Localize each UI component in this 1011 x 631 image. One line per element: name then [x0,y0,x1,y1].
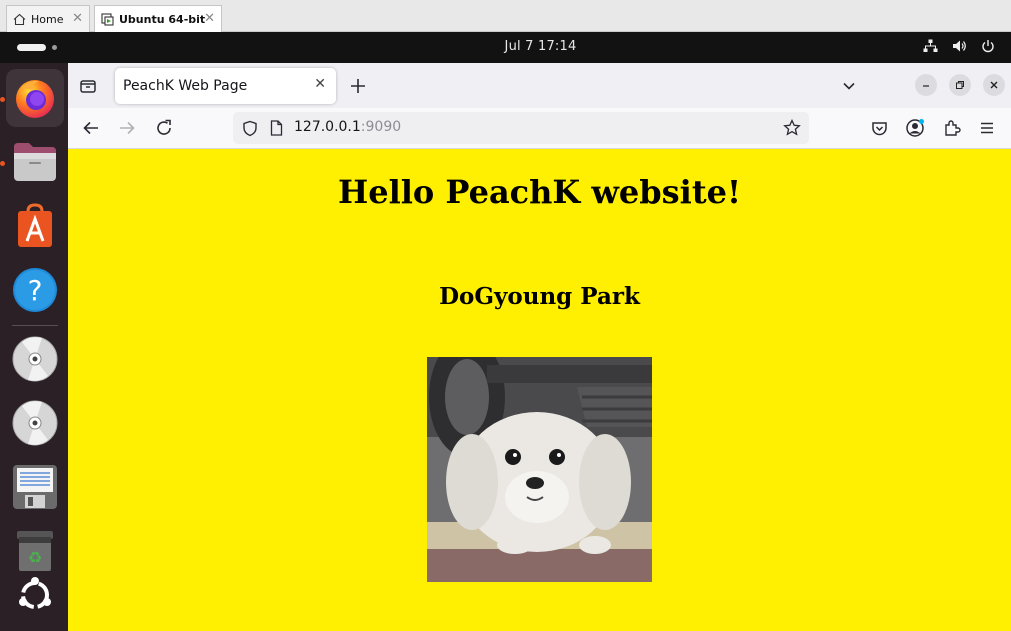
disc-icon [12,400,58,446]
vm-tab-label: Home [31,12,64,26]
svg-text:♻: ♻ [28,548,42,567]
help-icon: ? [13,268,57,312]
dock: ? ♻ [0,63,68,631]
clock[interactable]: Jul 7 17:14 [0,39,1011,54]
account-icon [906,119,924,137]
hamburger-menu-icon [981,122,993,134]
url-bar[interactable]: 127.0.0.1:9090 [233,112,809,144]
minimize-button[interactable] [915,74,937,96]
close-tab-icon[interactable]: ✕ [314,76,326,92]
app-menu-button[interactable] [978,119,996,137]
home-icon [13,13,26,25]
dock-firefox[interactable] [6,69,64,127]
firefox-view-button[interactable] [78,76,98,96]
browser-tab-bar: PeachK Web Page ✕ [68,63,1011,108]
close-icon[interactable]: ✕ [72,11,83,26]
browser-tab-title: PeachK Web Page [123,78,248,94]
puzzle-icon [945,120,961,136]
chevron-down-icon [843,82,855,90]
close-window-button[interactable] [983,74,1005,96]
dock-text-editor[interactable] [6,458,64,516]
svg-text:?: ? [28,274,43,307]
reload-button[interactable] [154,118,174,138]
browser-window: PeachK Web Page ✕ 127.0.0.1:9090 Hello P… [68,63,1011,631]
files-icon [14,143,56,181]
app-center-icon [18,203,52,247]
tracking-protection-button[interactable] [241,119,259,137]
restore-icon [956,81,964,89]
system-menu[interactable] [923,39,995,53]
account-button[interactable] [905,118,925,138]
dog-photo [427,357,652,582]
site-info-button[interactable] [268,120,284,136]
forward-button[interactable] [117,118,137,138]
web-page-content: Hello PeachK website! DoGyoung Park [68,149,1011,631]
url-port: :9090 [360,119,402,135]
arrow-left-icon [83,121,98,135]
close-icon [990,81,998,89]
arrow-right-icon [120,121,135,135]
vm-tab-label: Ubuntu 64-bit [119,12,206,26]
dock-disc-1[interactable] [6,330,64,388]
page-heading: Hello PeachK website! [337,173,742,211]
dock-show-apps[interactable] [6,566,64,624]
navigation-toolbar: 127.0.0.1:9090 [68,108,1011,149]
dog-image [427,357,652,582]
dock-app-center[interactable] [6,197,64,255]
close-icon[interactable]: ✕ [204,11,215,26]
vm-tab-home[interactable]: Home ✕ [6,5,90,32]
ubuntu-logo-icon [19,577,51,609]
vm-tab-ubuntu[interactable]: Ubuntu 64-bit ✕ [94,5,222,32]
firefox-view-icon [80,80,96,93]
reload-icon [157,119,171,135]
plus-icon [351,79,365,93]
dock-files[interactable] [6,133,64,191]
text-editor-icon [13,465,57,509]
extensions-button[interactable] [942,118,962,138]
pocket-button[interactable] [870,119,888,137]
pocket-icon [871,121,887,135]
dock-disc-2[interactable] [6,394,64,452]
url-text[interactable]: 127.0.0.1:9090 [294,119,401,135]
dock-help[interactable]: ? [6,261,64,319]
running-indicator [0,97,5,102]
running-indicator [0,161,5,166]
browser-tab-active[interactable]: PeachK Web Page ✕ [115,68,336,104]
list-all-tabs-button[interactable] [840,77,858,95]
shield-icon [243,120,257,136]
system-top-bar: Jul 7 17:14 [0,32,1011,63]
page-icon [270,120,282,136]
new-tab-button[interactable] [347,75,369,97]
url-host: 127.0.0.1 [294,119,361,135]
power-icon [982,40,994,53]
volume-icon [953,40,966,52]
firefox-icon [16,80,54,118]
page-subheading: DoGyoung Park [439,283,640,310]
star-icon [783,119,801,136]
back-button[interactable] [81,118,101,138]
bookmark-button[interactable] [783,119,801,137]
disc-icon [12,336,58,382]
restore-button[interactable] [949,74,971,96]
network-icon [923,39,938,52]
dock-separator [12,325,58,326]
vm-icon [101,12,114,26]
vm-tab-strip: Home ✕ Ubuntu 64-bit ✕ [0,0,1011,32]
minimize-icon [923,85,929,87]
